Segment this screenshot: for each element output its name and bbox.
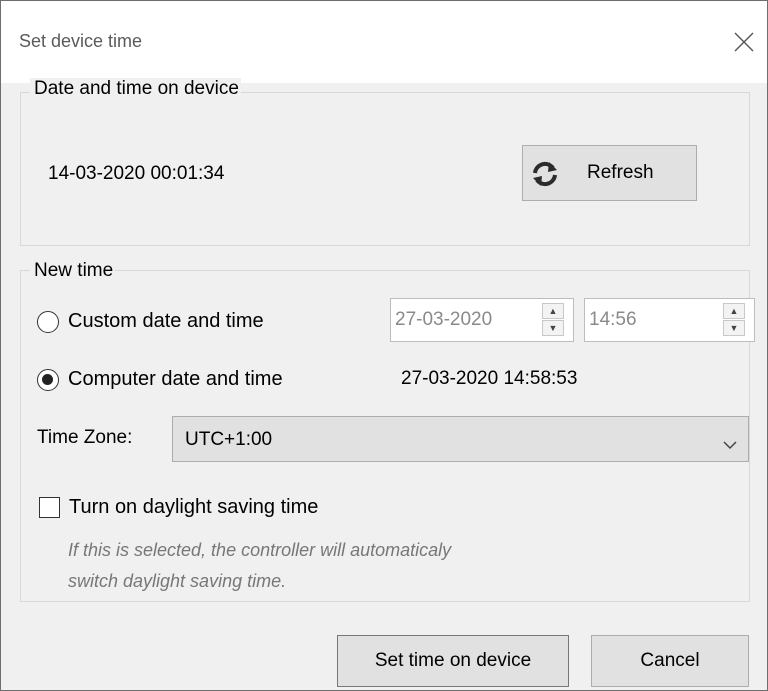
dst-checkbox[interactable] — [39, 497, 60, 518]
computer-time-label[interactable]: Computer date and time — [68, 368, 283, 391]
set-time-button-label: Set time on device — [374, 650, 532, 671]
close-icon[interactable] — [731, 29, 757, 55]
title-bar: Set device time — [1, 1, 767, 83]
dst-label[interactable]: Turn on daylight saving time — [69, 496, 318, 519]
spin-down-icon[interactable]: ▼ — [542, 320, 564, 336]
custom-date-spinner[interactable]: 27-03-2020 ▲ ▼ — [390, 298, 574, 342]
timezone-value: UTC+1:00 — [185, 429, 273, 450]
dst-hint-line2: switch daylight saving time. — [68, 571, 287, 591]
set-time-button[interactable]: Set time on device — [337, 635, 569, 687]
set-device-time-dialog: Set device time Date and time on device … — [0, 0, 768, 691]
computer-datetime-value: 27-03-2020 14:58:53 — [401, 368, 578, 389]
refresh-button[interactable]: Refresh — [522, 145, 697, 201]
window-title: Set device time — [19, 31, 143, 51]
spin-down-icon[interactable]: ▼ — [723, 320, 745, 336]
custom-time-label[interactable]: Custom date and time — [68, 310, 264, 333]
cancel-button-label: Cancel — [640, 650, 700, 671]
device-datetime-value: 14-03-2020 00:01:34 — [48, 163, 225, 184]
new-time-legend: New time — [30, 260, 116, 282]
refresh-icon — [531, 160, 559, 188]
refresh-label: Refresh — [587, 162, 654, 183]
radio-selected-dot — [42, 374, 53, 385]
custom-time-spinner[interactable]: 14:56 ▲ ▼ — [584, 298, 755, 342]
custom-time-radio[interactable] — [37, 311, 59, 333]
dst-hint-line1: If this is selected, the controller will… — [68, 540, 452, 560]
device-time-legend: Date and time on device — [30, 78, 241, 100]
spin-up-icon[interactable]: ▲ — [542, 303, 564, 319]
chevron-down-icon — [722, 434, 738, 450]
custom-date-value: 27-03-2020 — [395, 309, 493, 330]
timezone-select[interactable]: UTC+1:00 — [172, 416, 749, 462]
custom-time-value: 14:56 — [589, 309, 637, 330]
computer-time-radio[interactable] — [37, 369, 59, 391]
timezone-label: Time Zone: — [37, 427, 133, 448]
spin-up-icon[interactable]: ▲ — [723, 303, 745, 319]
cancel-button[interactable]: Cancel — [591, 635, 749, 687]
